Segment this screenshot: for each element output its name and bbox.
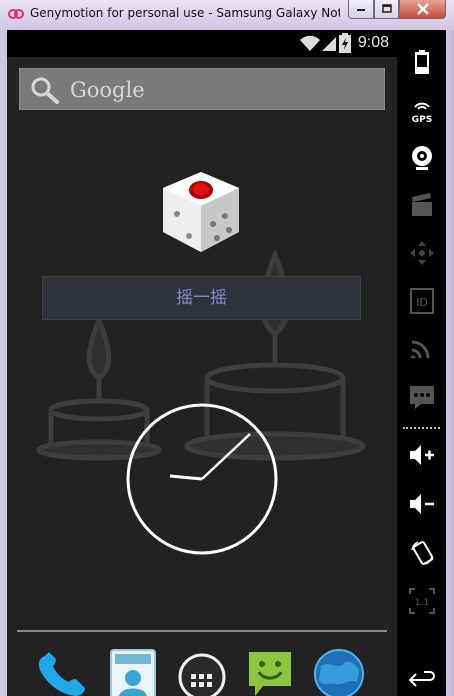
volume-up-button[interactable]: [397, 444, 446, 466]
media-button[interactable]: [397, 193, 446, 217]
close-icon: [416, 3, 429, 15]
genymotion-logo-icon: [8, 9, 24, 19]
emulator-window: Genymotion for personal use - Samsung Ga…: [0, 0, 454, 696]
window-title: Genymotion for personal use - Samsung Ga…: [30, 6, 340, 20]
maximize-icon: [381, 4, 392, 13]
id-label: ID: [416, 296, 428, 309]
rotate-icon: [410, 541, 433, 565]
network-icon: [410, 340, 429, 359]
device-id-button[interactable]: ID: [397, 288, 446, 314]
android-screen[interactable]: 9:08 Google 摇一摇: [7, 30, 397, 696]
dpad-icon: [409, 241, 434, 265]
phone-icon[interactable]: [35, 650, 93, 696]
signal-icon: [322, 37, 336, 51]
webcam-button[interactable]: [397, 145, 446, 171]
side-panel-separator: [403, 427, 440, 429]
scale-button[interactable]: 1:1: [397, 588, 446, 614]
minimize-icon: [357, 9, 365, 11]
dock-divider: [17, 630, 387, 632]
battery-icon: [414, 50, 429, 74]
minimize-button[interactable]: [348, 0, 374, 19]
messaging-icon[interactable]: [245, 650, 295, 696]
scale-label: 1:1: [414, 598, 428, 608]
volume-down-icon: [409, 494, 434, 514]
analog-clock[interactable]: [125, 402, 279, 556]
back-button[interactable]: [397, 670, 446, 690]
dpad-button[interactable]: [397, 240, 446, 266]
maximize-button[interactable]: [374, 0, 399, 19]
google-search-bar[interactable]: Google: [19, 68, 385, 110]
window-frame-right: [446, 30, 454, 696]
app-drawer-icon[interactable]: [177, 652, 227, 696]
sms-button[interactable]: [397, 384, 446, 410]
status-bar: 9:08: [7, 30, 397, 57]
media-icon: [411, 193, 432, 216]
network-button[interactable]: [397, 336, 446, 360]
contacts-icon[interactable]: [107, 648, 159, 696]
shake-button[interactable]: 摇一摇: [42, 276, 361, 320]
window-title-bar[interactable]: Genymotion for personal use - Samsung Ga…: [0, 0, 454, 30]
genymotion-side-panel: GPS ID 1:1: [397, 30, 446, 696]
close-button[interactable]: [399, 0, 446, 19]
browser-icon[interactable]: [313, 648, 365, 696]
clock-minute-hand: [201, 433, 251, 480]
search-placeholder: Google: [70, 78, 145, 102]
battery-widget-button[interactable]: [397, 50, 446, 74]
volume-up-icon: [409, 445, 434, 465]
rotate-button[interactable]: [397, 540, 446, 566]
wifi-icon: [300, 35, 320, 51]
battery-icon: [339, 33, 351, 53]
gps-button[interactable]: GPS: [397, 98, 446, 124]
status-time: 9:08: [357, 34, 389, 51]
search-icon: [31, 77, 59, 104]
dice-icon[interactable]: [155, 166, 247, 258]
device-id-icon: ID: [409, 288, 434, 314]
gps-icon: GPS: [411, 102, 432, 124]
clock-hour-hand: [169, 474, 203, 481]
gps-label: GPS: [411, 115, 431, 124]
back-icon: [408, 671, 435, 687]
scale-icon: 1:1: [408, 588, 435, 614]
sms-icon: [409, 386, 434, 409]
volume-down-button[interactable]: [397, 493, 446, 515]
webcam-icon: [411, 146, 432, 170]
